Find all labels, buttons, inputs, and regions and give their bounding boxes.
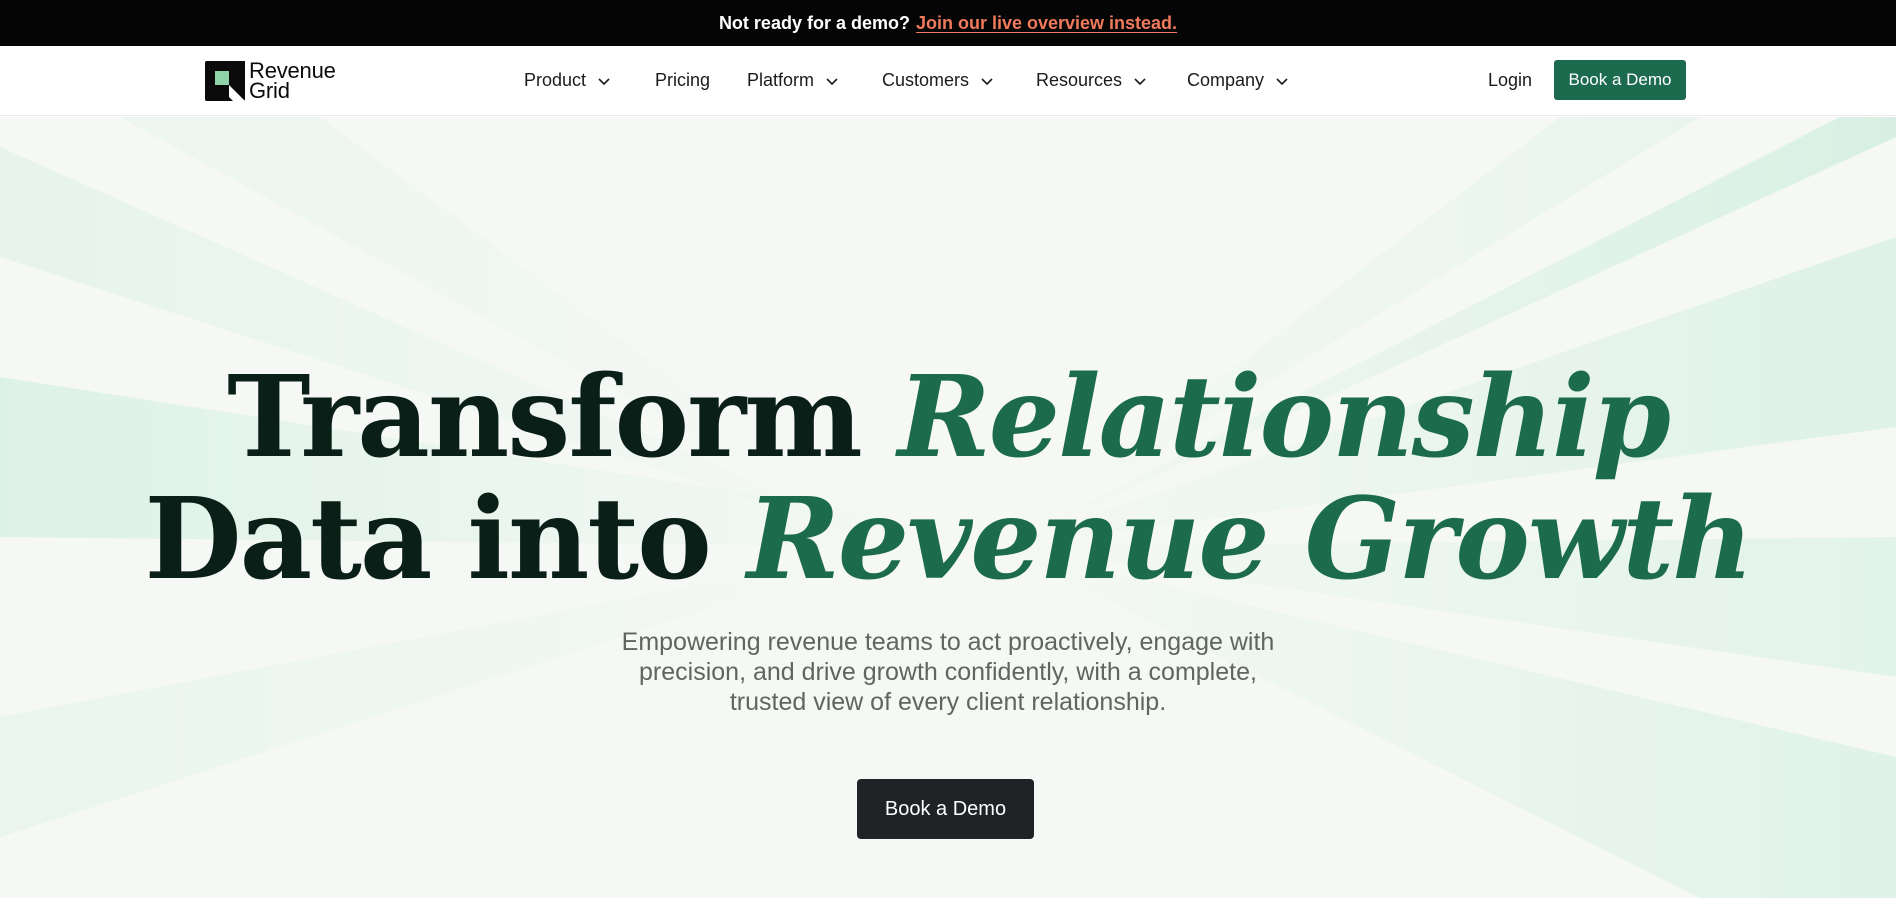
announcement-text: Not ready for a demo?	[718, 12, 910, 33]
nav-item-label: Company	[1187, 70, 1265, 90]
nav-item-platform[interactable]: Platform	[747, 70, 840, 91]
nav-item-label: Resources	[1036, 70, 1123, 90]
nav-item-product[interactable]: Product	[524, 70, 612, 91]
top-navigation: Revenue Grid Product Pricing Platform Cu…	[0, 46, 1896, 116]
login-link[interactable]: Login	[1488, 70, 1532, 91]
announcement-bar: Not ready for a demo? Join our live over…	[0, 0, 1896, 46]
headline-accent: Revenue Growth	[746, 474, 1754, 605]
headline-text: Transform	[227, 352, 898, 483]
logo-text: Revenue Grid	[249, 60, 336, 103]
book-demo-nav-button[interactable]: Book a Demo	[1554, 60, 1686, 100]
page: Not ready for a demo? Join our live over…	[0, 0, 1896, 898]
chevron-down-icon	[826, 77, 838, 85]
chevron-down-icon	[1276, 77, 1288, 85]
nav-item-customers[interactable]: Customers	[882, 70, 995, 91]
headline-line-2: Data into Revenue Growth	[0, 479, 1896, 601]
nav-item-pricing[interactable]: Pricing	[655, 70, 710, 91]
hero-subtitle: Empowering revenue teams to act proactiv…	[621, 628, 1275, 716]
live-overview-link[interactable]: Join our live overview instead.	[916, 13, 1177, 34]
headline-line-1: Transform Relationship	[0, 357, 1896, 479]
logo-line-2: Grid	[249, 78, 290, 103]
hero-headline: Transform Relationship Data into Revenue…	[0, 357, 1896, 601]
nav-item-label: Platform	[747, 70, 815, 90]
hero-section: Transform Relationship Data into Revenue…	[0, 117, 1896, 898]
book-demo-hero-button[interactable]: Book a Demo	[857, 779, 1034, 839]
headline-text: Data into	[144, 474, 747, 605]
nav-item-resources[interactable]: Resources	[1036, 70, 1148, 91]
nav-item-company[interactable]: Company	[1187, 70, 1290, 91]
headline-accent: Relationship	[897, 352, 1671, 483]
chevron-down-icon	[598, 77, 610, 85]
chevron-down-icon	[1134, 77, 1146, 85]
revenue-grid-logo-icon	[205, 61, 245, 101]
chevron-down-icon	[981, 77, 993, 85]
nav-item-label: Product	[524, 70, 587, 90]
logo[interactable]: Revenue Grid	[205, 60, 345, 102]
nav-item-label: Pricing	[655, 70, 711, 90]
nav-item-label: Customers	[882, 70, 970, 90]
